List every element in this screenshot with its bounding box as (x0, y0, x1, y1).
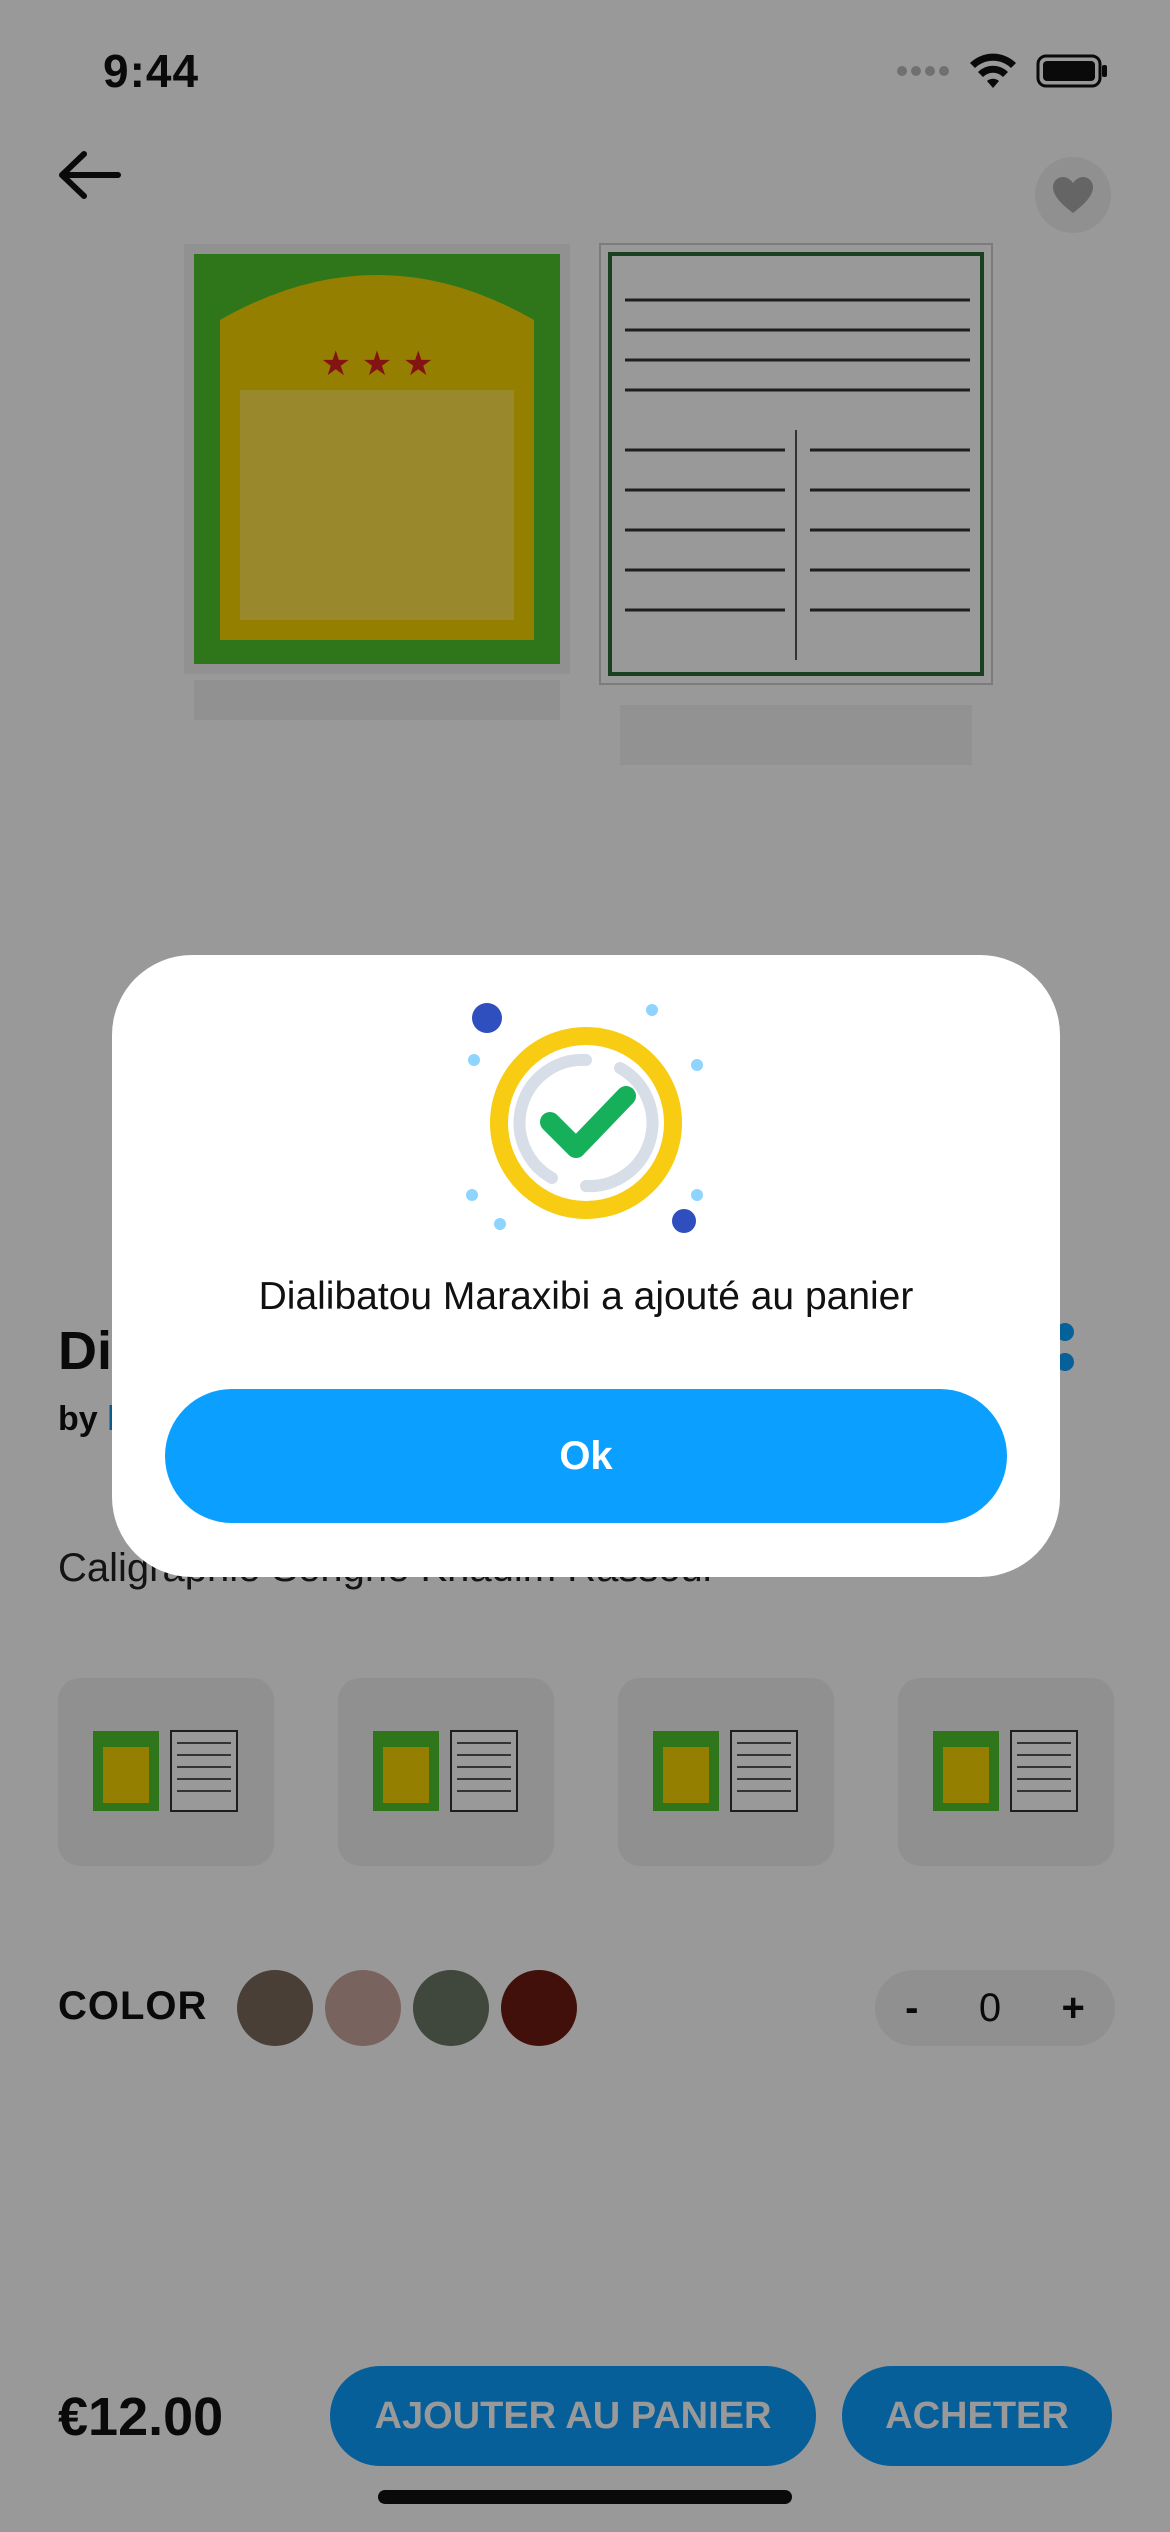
success-check-icon (462, 1000, 710, 1240)
success-dialog: Dialibatou Maraxibi a ajouté au panier O… (112, 955, 1060, 1577)
ok-button[interactable]: Ok (165, 1389, 1007, 1523)
dialog-message: Dialibatou Maraxibi a ajouté au panier (258, 1275, 914, 1318)
